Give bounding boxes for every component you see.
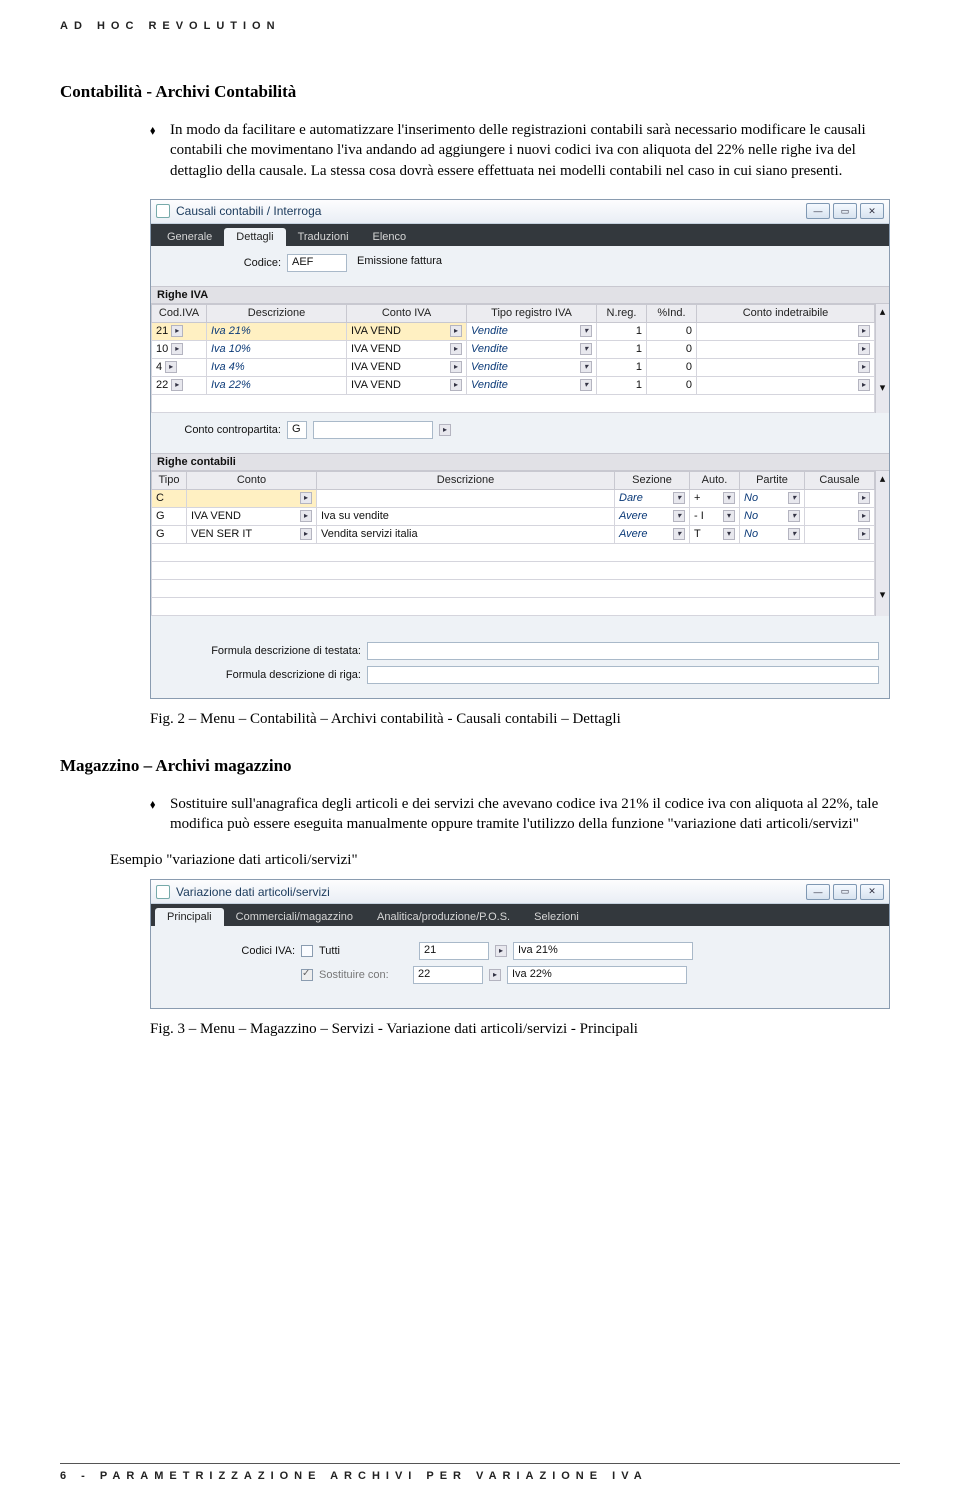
section-title-magazzino: Magazzino – Archivi magazzino bbox=[60, 756, 900, 776]
bullet-text-magazzino: Sostituire sull'anagrafica degli articol… bbox=[170, 794, 890, 835]
tab-strip-variazione: Principali Commerciali/magazzino Analiti… bbox=[151, 904, 889, 926]
close-button[interactable]: ✕ bbox=[860, 884, 884, 900]
col-contoiva[interactable]: Conto IVA bbox=[347, 304, 467, 322]
codice-description: Emissione fattura bbox=[353, 254, 573, 272]
minimize-button[interactable]: — bbox=[806, 203, 830, 219]
example-label: Esempio "variazione dati articoli/serviz… bbox=[110, 852, 900, 869]
col-cdescrizione[interactable]: Descrizione bbox=[317, 471, 615, 489]
tab-selezioni[interactable]: Selezioni bbox=[522, 908, 591, 926]
tab-principali[interactable]: Principali bbox=[155, 908, 224, 926]
app-icon bbox=[156, 204, 170, 218]
table-righe-iva: Cod.IVA Descrizione Conto IVA Tipo regis… bbox=[151, 304, 875, 413]
window-title: Causali contabili / Interroga bbox=[176, 204, 321, 218]
iva-row[interactable]: 22 ▸Iva 22%IVA VEND ▸Vendite ▾10 ▸ bbox=[152, 376, 875, 394]
col-descrizione[interactable]: Descrizione bbox=[207, 304, 347, 322]
tab-elenco[interactable]: Elenco bbox=[361, 228, 419, 246]
cont-row[interactable]: C ▸Dare ▾+ ▾No ▾ ▸ bbox=[152, 489, 875, 507]
label-formula-testata: Formula descrizione di testata: bbox=[161, 645, 361, 657]
tab-dettagli[interactable]: Dettagli bbox=[224, 228, 285, 246]
col-pctind[interactable]: %Ind. bbox=[647, 304, 697, 322]
maximize-button[interactable]: ▭ bbox=[833, 884, 857, 900]
input-codice-iva-from[interactable]: 21 bbox=[419, 942, 489, 960]
label-formula-riga: Formula descrizione di riga: bbox=[161, 669, 361, 681]
input-contropartita-tipo[interactable]: G bbox=[287, 421, 307, 439]
checkbox-tutti[interactable] bbox=[301, 945, 313, 957]
dialog-causali-contabili: Causali contabili / Interroga — ▭ ✕ Gene… bbox=[150, 199, 890, 699]
bullet-contabilita: ⬧ In modo da facilitare e automatizzare … bbox=[150, 120, 890, 181]
cont-row[interactable]: GVEN SER IT ▸Vendita servizi italiaAvere… bbox=[152, 525, 875, 543]
page-header: AD HOC REVOLUTION bbox=[60, 20, 900, 32]
bullet-text-contabilita: In modo da facilitare e automatizzare l'… bbox=[170, 120, 890, 181]
scrollbar-iva[interactable]: ▴ ▾ bbox=[875, 304, 889, 413]
checkbox-sostituire bbox=[301, 969, 313, 981]
lookup-contropartita-icon[interactable]: ▸ bbox=[439, 424, 451, 436]
iva-row[interactable]: 4 ▸Iva 4%IVA VEND ▸Vendite ▾10 ▸ bbox=[152, 358, 875, 376]
label-codice: Codice: bbox=[231, 257, 281, 269]
iva-row[interactable]: 21 ▸Iva 21%IVA VEND ▸Vendite ▾10 ▸ bbox=[152, 322, 875, 340]
tab-analitica[interactable]: Analitica/produzione/P.O.S. bbox=[365, 908, 522, 926]
label-tutti: Tutti bbox=[319, 945, 367, 957]
col-conto[interactable]: Conto bbox=[187, 471, 317, 489]
dialog-variazione-dati: Variazione dati articoli/servizi — ▭ ✕ P… bbox=[150, 879, 890, 1009]
bullet-diamond-icon: ⬧ bbox=[150, 794, 170, 835]
scrollbar-contabili[interactable]: ▴ ▾ bbox=[875, 471, 889, 616]
col-auto[interactable]: Auto. bbox=[690, 471, 740, 489]
table-righe-contabili: Tipo Conto Descrizione Sezione Auto. Par… bbox=[151, 471, 875, 616]
input-contropartita-conto[interactable] bbox=[313, 421, 433, 439]
page-footer: 6 - PARAMETRIZZAZIONE ARCHIVI PER VARIAZ… bbox=[60, 1463, 900, 1482]
bullet-diamond-icon: ⬧ bbox=[150, 120, 170, 181]
section-header-righe-iva: Righe IVA bbox=[151, 286, 889, 304]
input-codice-iva-to-desc: Iva 22% bbox=[507, 966, 687, 984]
label-contropartita: Conto contropartita: bbox=[161, 424, 281, 436]
titlebar-variazione: Variazione dati articoli/servizi — ▭ ✕ bbox=[151, 880, 889, 904]
bullet-magazzino: ⬧ Sostituire sull'anagrafica degli artic… bbox=[150, 794, 890, 835]
col-tiporegistro[interactable]: Tipo registro IVA bbox=[467, 304, 597, 322]
input-formula-testata[interactable] bbox=[367, 642, 879, 660]
col-partite[interactable]: Partite bbox=[740, 471, 805, 489]
app-icon bbox=[156, 885, 170, 899]
input-codice-iva-from-desc: Iva 21% bbox=[513, 942, 693, 960]
lookup-codice-iva-from-icon[interactable]: ▸ bbox=[495, 945, 507, 957]
cont-row[interactable]: GIVA VEND ▸Iva su venditeAvere ▾- I ▾No … bbox=[152, 507, 875, 525]
minimize-button[interactable]: — bbox=[806, 884, 830, 900]
tab-commerciali[interactable]: Commerciali/magazzino bbox=[224, 908, 365, 926]
lookup-codice-iva-to-icon[interactable]: ▸ bbox=[489, 969, 501, 981]
tab-generale[interactable]: Generale bbox=[155, 228, 224, 246]
section-header-righe-contabili: Righe contabili bbox=[151, 453, 889, 471]
iva-row[interactable]: 10 ▸Iva 10%IVA VEND ▸Vendite ▾10 ▸ bbox=[152, 340, 875, 358]
close-button[interactable]: ✕ bbox=[860, 203, 884, 219]
label-codici-iva: Codici IVA: bbox=[165, 945, 295, 957]
col-codiva[interactable]: Cod.IVA bbox=[152, 304, 207, 322]
input-codice-iva-to[interactable]: 22 bbox=[413, 966, 483, 984]
label-sostituire: Sostituire con: bbox=[319, 969, 407, 981]
col-causale[interactable]: Causale bbox=[805, 471, 875, 489]
window-title-variazione: Variazione dati articoli/servizi bbox=[176, 885, 330, 899]
col-tipo[interactable]: Tipo bbox=[152, 471, 187, 489]
figure-caption-3: Fig. 3 – Menu – Magazzino – Servizi - Va… bbox=[150, 1021, 900, 1038]
col-sezione[interactable]: Sezione bbox=[615, 471, 690, 489]
tab-strip: Generale Dettagli Traduzioni Elenco bbox=[151, 224, 889, 246]
input-codice[interactable]: AEF bbox=[287, 254, 347, 272]
titlebar: Causali contabili / Interroga — ▭ ✕ bbox=[151, 200, 889, 224]
input-formula-riga[interactable] bbox=[367, 666, 879, 684]
maximize-button[interactable]: ▭ bbox=[833, 203, 857, 219]
tab-traduzioni[interactable]: Traduzioni bbox=[286, 228, 361, 246]
col-contoind[interactable]: Conto indetraibile bbox=[697, 304, 875, 322]
section-title-contabilita: Contabilità - Archivi Contabilità bbox=[60, 82, 900, 102]
figure-caption-2: Fig. 2 – Menu – Contabilità – Archivi co… bbox=[150, 711, 900, 728]
col-nreg[interactable]: N.reg. bbox=[597, 304, 647, 322]
